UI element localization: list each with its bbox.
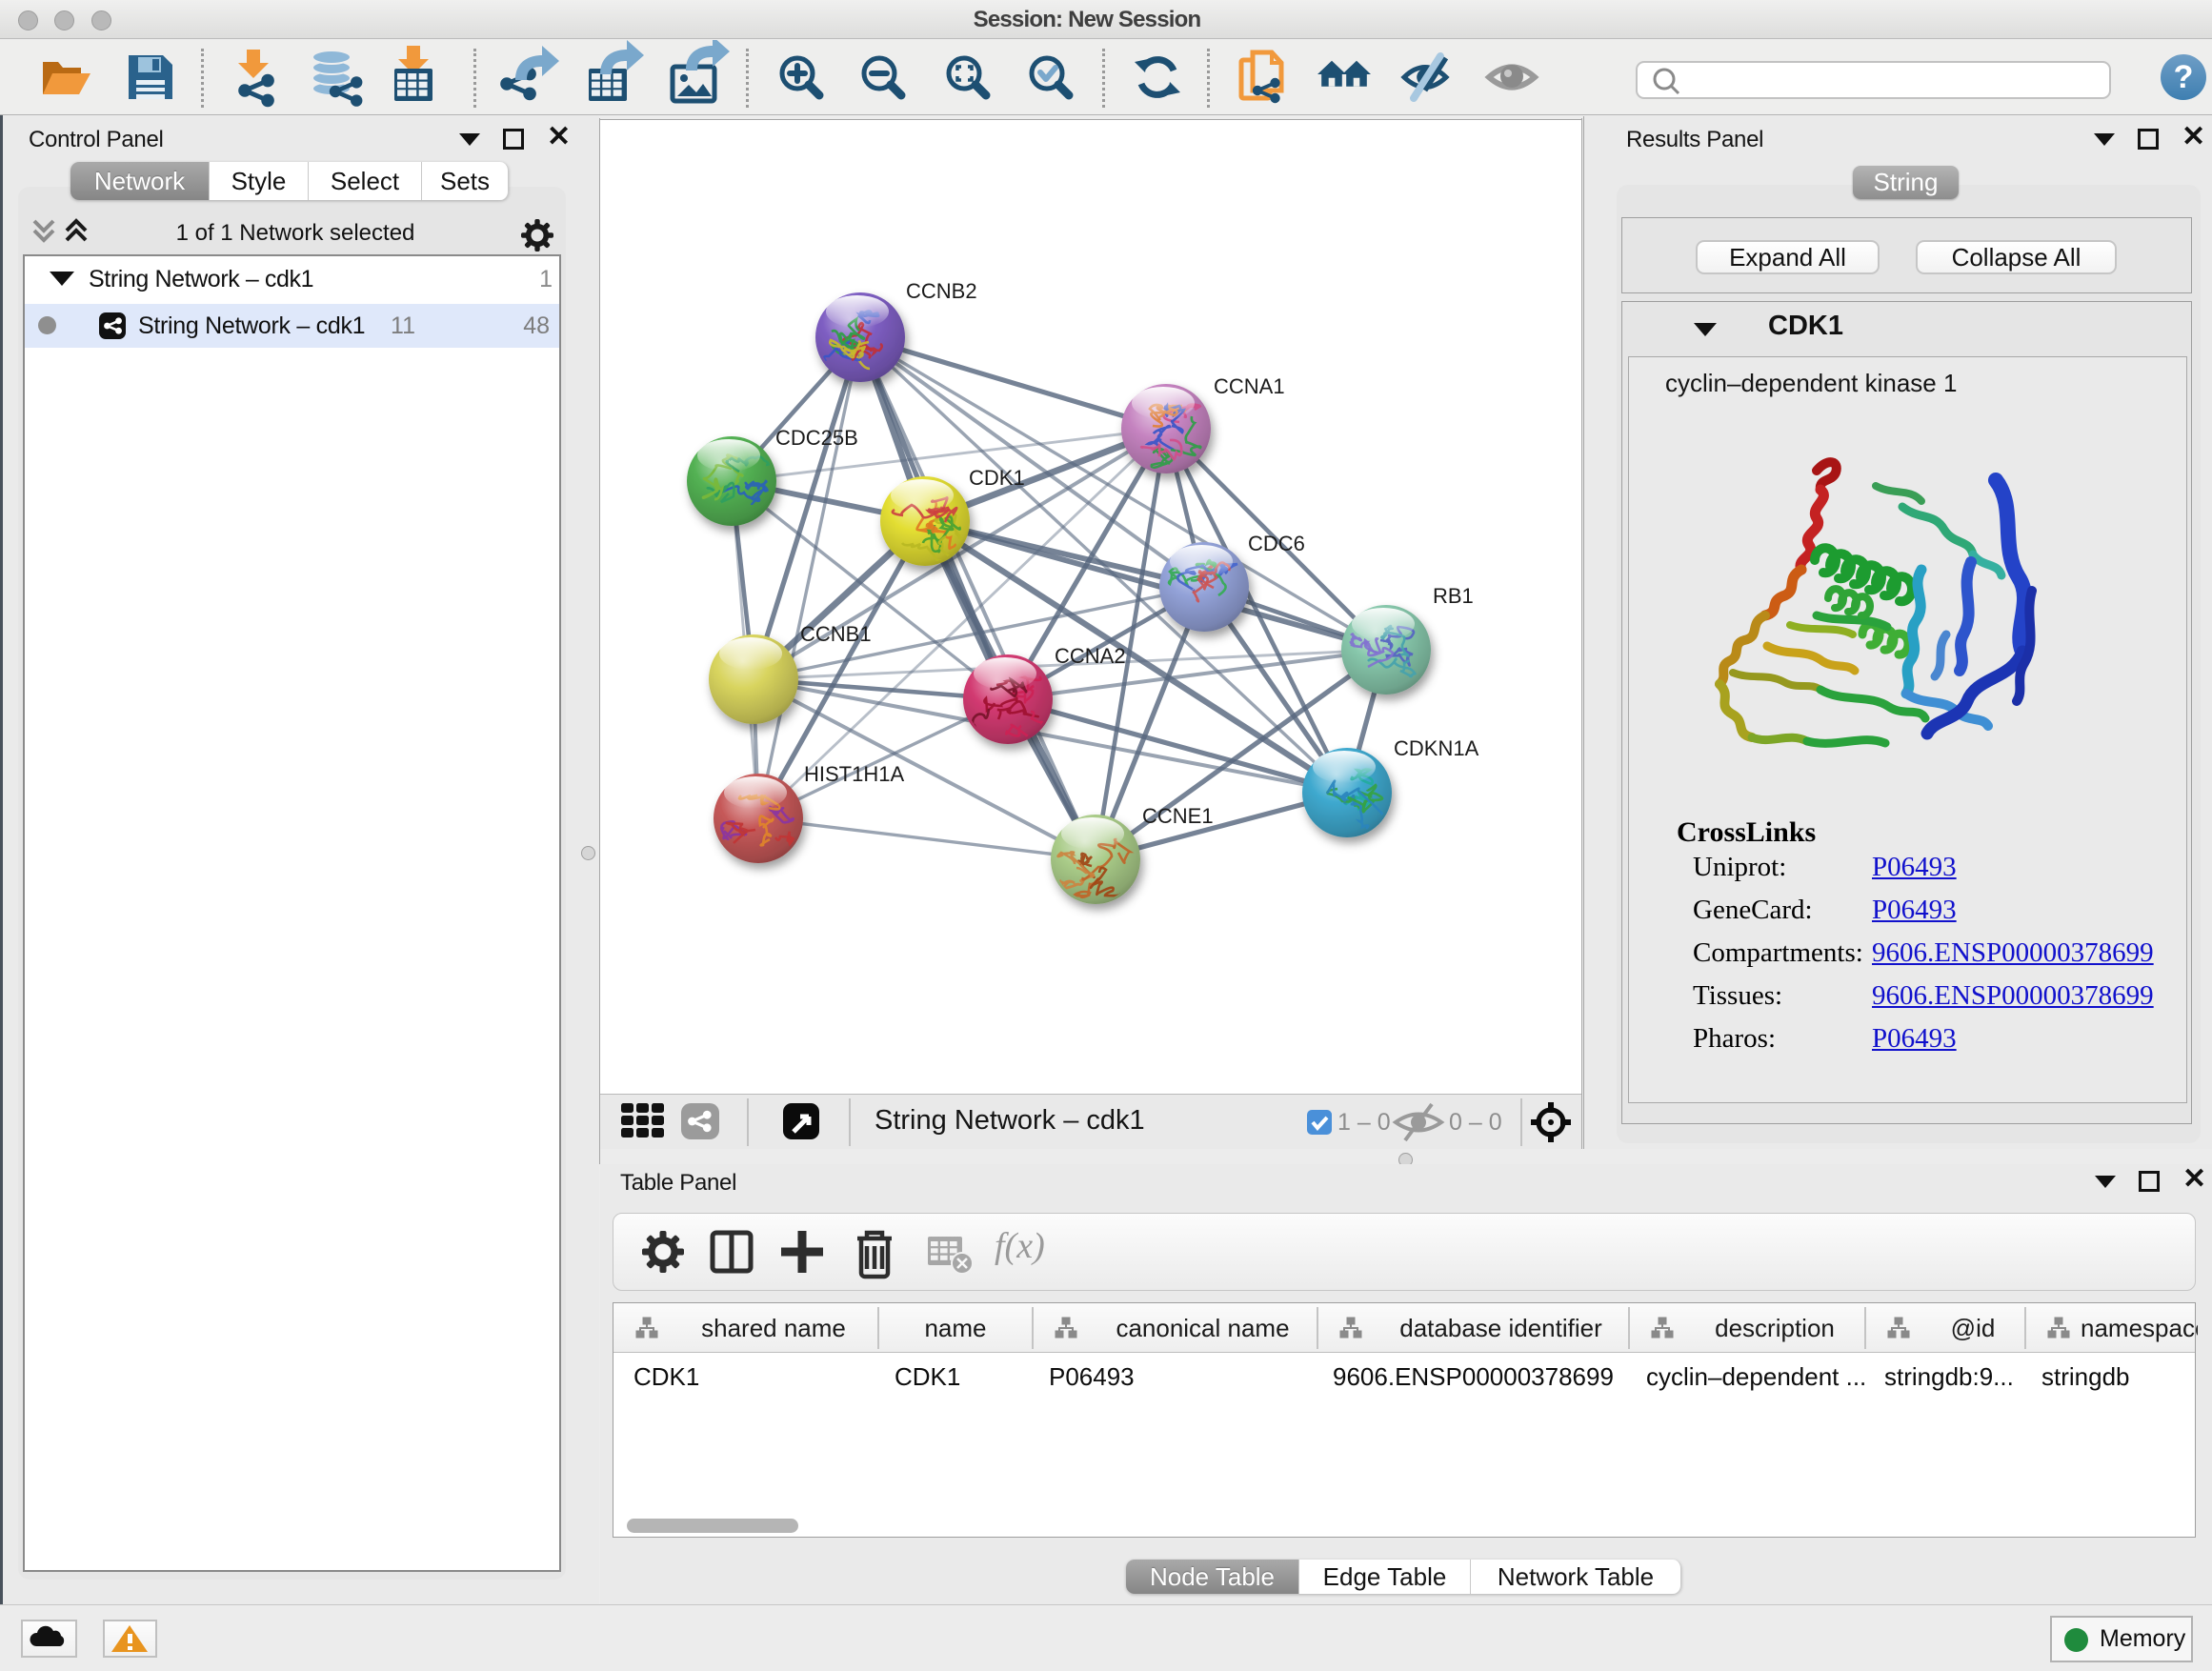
svg-text:CCNE1: CCNE1 [1142, 804, 1214, 828]
svg-text:CCNA2: CCNA2 [1055, 644, 1126, 668]
svg-text:CCNA1: CCNA1 [1214, 374, 1285, 398]
svg-text:RB1: RB1 [1433, 584, 1474, 608]
svg-text:CDKN1A: CDKN1A [1394, 736, 1479, 760]
svg-text:CDK1: CDK1 [969, 466, 1025, 490]
svg-text:CCNB1: CCNB1 [800, 622, 872, 646]
svg-text:CCNB2: CCNB2 [906, 279, 977, 303]
svg-text:HIST1H1A: HIST1H1A [804, 762, 904, 786]
svg-text:CDC25B: CDC25B [775, 426, 858, 450]
svg-text:CDC6: CDC6 [1248, 532, 1305, 555]
